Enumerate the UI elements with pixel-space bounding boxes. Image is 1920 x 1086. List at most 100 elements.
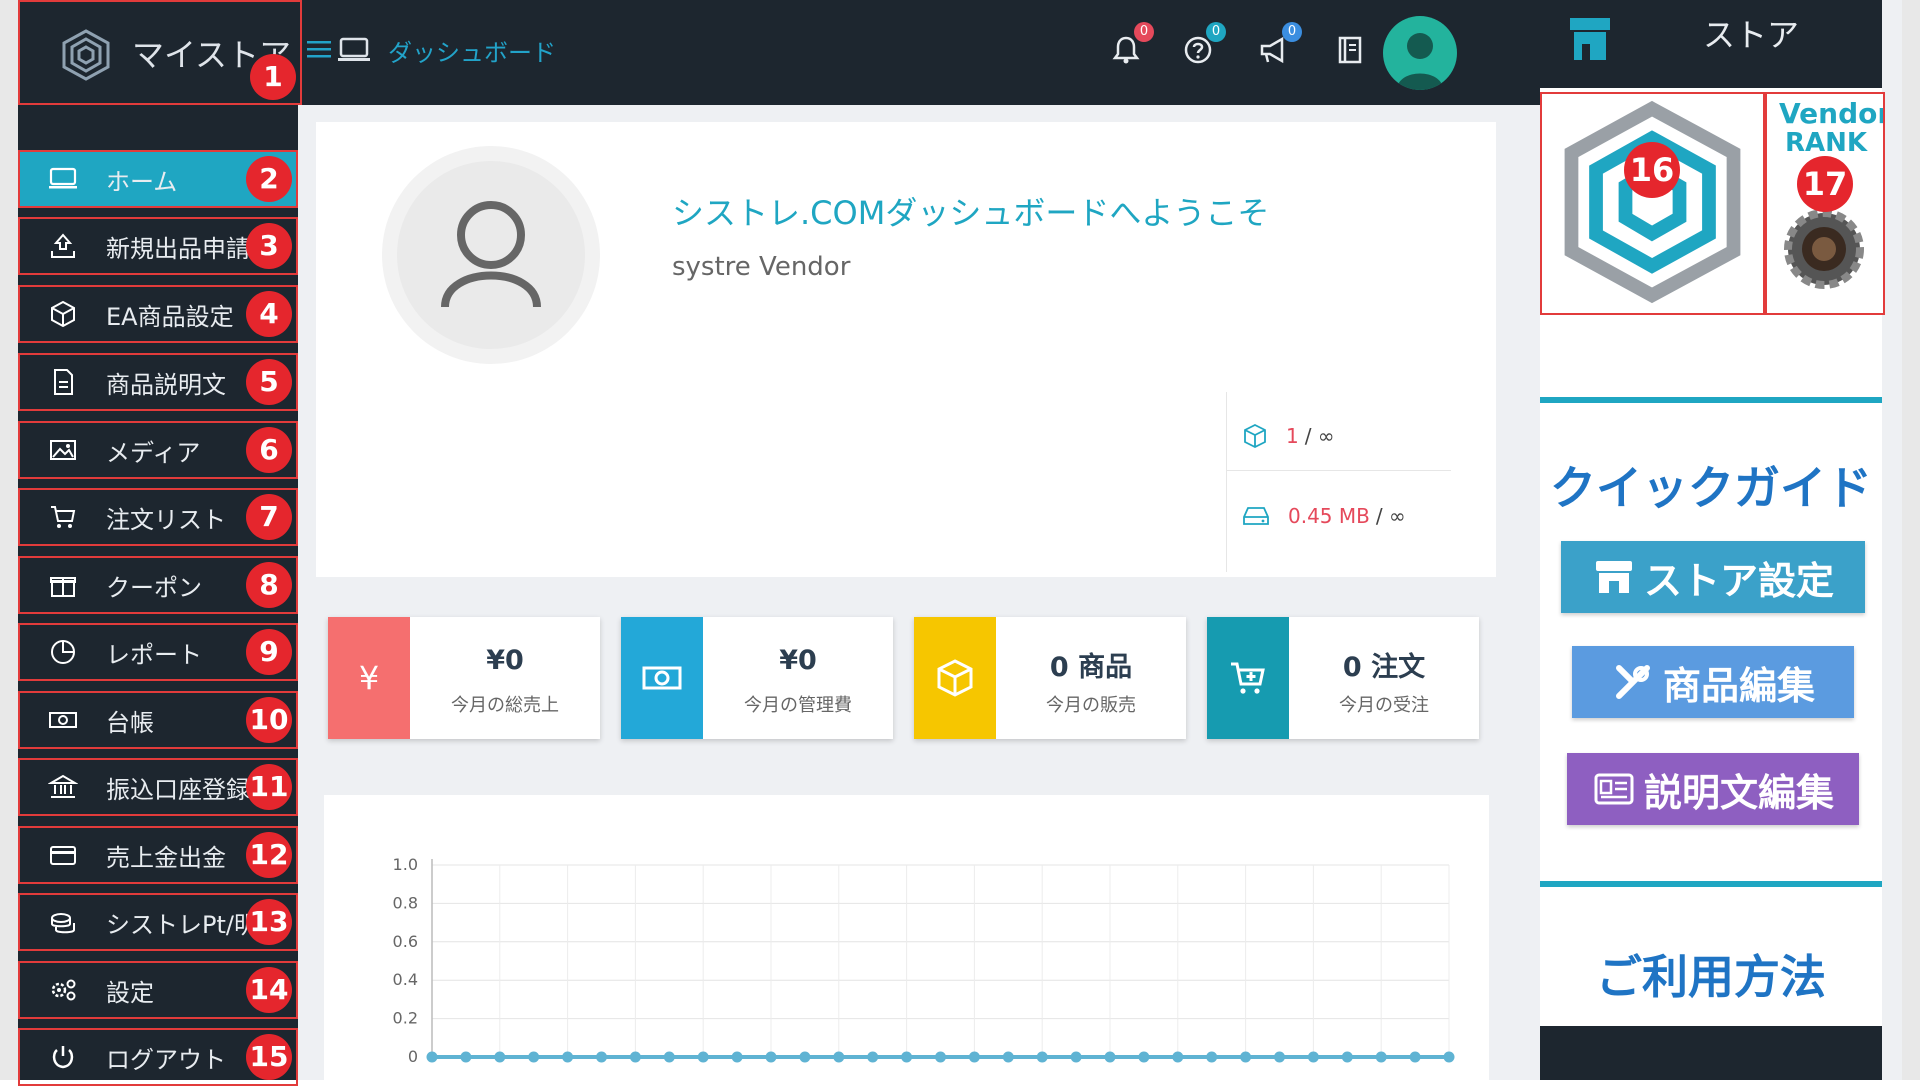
annotation-marker: 10: [246, 697, 292, 743]
product-count: 1: [1286, 424, 1299, 448]
book-icon: [1338, 36, 1362, 64]
data-point: [663, 1051, 675, 1063]
notifications-button[interactable]: 0: [1110, 22, 1154, 66]
panel-divider: [1540, 397, 1882, 403]
y-tick-label: 0: [408, 1047, 418, 1066]
product-limit: / ∞: [1304, 424, 1335, 448]
sidebar-item-label: 台帳: [106, 708, 154, 737]
stat-tile: [914, 617, 996, 739]
cube-icon: [937, 659, 973, 697]
annotation-marker: 4: [246, 291, 292, 337]
store-panel-title: ストア: [1703, 16, 1800, 54]
sidebar-item-coupons[interactable]: クーポン 8: [18, 556, 298, 614]
cart-icon: [51, 506, 76, 528]
store-logo-tile[interactable]: 16: [1540, 92, 1765, 315]
y-tick-label: 0.8: [393, 893, 418, 912]
annotation-marker: 11: [246, 764, 292, 810]
monitor-icon: [338, 37, 370, 61]
description-edit-button[interactable]: 説明文編集: [1567, 753, 1859, 825]
sidebar-item-label: 新規出品申請: [106, 234, 250, 263]
sidebar-item-withdrawal[interactable]: 売上金出金 12: [18, 826, 298, 884]
sidebar-item-label: レポート: [106, 640, 202, 669]
usage-heading[interactable]: ご利用方法: [1540, 941, 1882, 1007]
dashboard-stage: マイストア 1 ダッシュボード 0 0 0 ホーム 2 新規出品申請 3 EA商…: [18, 0, 1902, 1086]
data-point: [1443, 1051, 1455, 1063]
sidebar-item-bank-account[interactable]: 振込口座登録 11: [18, 758, 298, 816]
annotation-marker: 12: [246, 832, 292, 878]
left-edge-strip: [0, 0, 18, 1080]
data-point: [1274, 1051, 1285, 1063]
pie-chart-icon: [51, 640, 75, 664]
annotation-marker: 7: [246, 494, 292, 540]
annotation-marker: 5: [246, 359, 292, 405]
rank-badge-icon: [1784, 209, 1864, 289]
top-bar: マイストア 1 ダッシュボード 0 0 0: [18, 0, 1540, 105]
annotation-marker: 6: [246, 427, 292, 473]
user-avatar[interactable]: [1383, 16, 1457, 90]
annotation-marker: 2: [246, 156, 292, 202]
sidebar-item-label: 設定: [106, 978, 154, 1007]
data-point: [765, 1051, 777, 1063]
product-edit-label: 商品編集: [1662, 663, 1815, 708]
data-point: [1307, 1051, 1319, 1063]
annotation-marker: 15: [246, 1034, 292, 1080]
vendor-avatar[interactable]: [382, 146, 600, 364]
sidebar-item-new-listing[interactable]: 新規出品申請 3: [18, 217, 298, 275]
data-point: [596, 1051, 607, 1063]
sidebar-item-reports[interactable]: レポート 9: [18, 623, 298, 681]
stat-value: 0 商品: [1049, 652, 1133, 683]
data-point: [494, 1051, 506, 1063]
data-point: [1409, 1051, 1421, 1063]
product-quota: 1 / ∞: [1242, 416, 1335, 456]
stat-card-sold: 0 商品 今月の販売: [914, 617, 1186, 739]
document-icon: [54, 369, 73, 395]
product-edit-button[interactable]: 商品編集: [1572, 646, 1854, 718]
sidebar-item-ea-products[interactable]: EA商品設定 4: [18, 285, 298, 343]
store-logo-link[interactable]: マイストア 1: [18, 0, 302, 105]
sidebar-item-media[interactable]: メディア 6: [18, 421, 298, 479]
data-point: [1206, 1051, 1218, 1063]
vendor-name: systre Vendor: [672, 252, 851, 282]
sidebar-item-label: 売上金出金: [106, 843, 226, 872]
coins-icon: [51, 913, 75, 934]
sidebar-item-points[interactable]: シストレPt/明細 13: [18, 893, 298, 951]
annotation-marker: 14: [246, 967, 292, 1013]
money-icon: [49, 712, 77, 728]
stat-tile: [621, 617, 703, 739]
storage-quota: 0.45 MB / ∞: [1242, 496, 1406, 536]
sidebar-item-orders[interactable]: 注文リスト 7: [18, 488, 298, 546]
storage-used: 0.45 MB: [1288, 504, 1370, 528]
sidebar-item-product-description[interactable]: 商品説明文 5: [18, 353, 298, 411]
sidebar-item-label: 注文リスト: [106, 505, 226, 534]
stat-tile: [1207, 617, 1289, 739]
store-settings-button[interactable]: ストア設定: [1561, 541, 1865, 613]
data-point: [629, 1051, 641, 1063]
annotation-marker: 16: [1624, 142, 1680, 198]
data-point: [528, 1051, 540, 1063]
sidebar-item-logout[interactable]: ログアウト 15: [18, 1028, 298, 1086]
docs-button[interactable]: [1334, 34, 1366, 66]
hard-drive-icon: [1243, 507, 1269, 525]
help-button[interactable]: 0: [1182, 22, 1226, 66]
sidebar-item-home[interactable]: ホーム 2: [18, 150, 298, 208]
sidebar-item-ledger[interactable]: 台帳 10: [18, 691, 298, 749]
announcements-button[interactable]: 0: [1258, 22, 1302, 66]
sidebar-item-label: 振込口座登録: [106, 775, 250, 804]
data-point: [833, 1051, 845, 1063]
data-point: [968, 1051, 980, 1063]
upload-icon: [51, 233, 75, 258]
sidebar: ホーム 2 新規出品申請 3 EA商品設定 4 商品説明文 5 メディア 6 注…: [18, 105, 298, 1086]
hamburger-icon[interactable]: [306, 36, 332, 62]
store-icon: [1595, 561, 1632, 593]
vendor-rank-tile[interactable]: Vendor RANK 17: [1765, 92, 1885, 315]
notifications-badge: 0: [1134, 22, 1154, 42]
store-logo-icon: [1564, 100, 1741, 304]
breadcrumb[interactable]: ダッシュボード: [388, 33, 556, 68]
announcements-badge: 0: [1282, 22, 1302, 42]
stat-label: 今月の受注: [1339, 695, 1429, 716]
sidebar-item-settings[interactable]: 設定 14: [18, 961, 298, 1019]
stat-label: 今月の総売上: [451, 695, 559, 716]
y-tick-label: 1.0: [393, 855, 418, 874]
data-point: [426, 1051, 438, 1063]
quota-divider: [1226, 392, 1227, 572]
